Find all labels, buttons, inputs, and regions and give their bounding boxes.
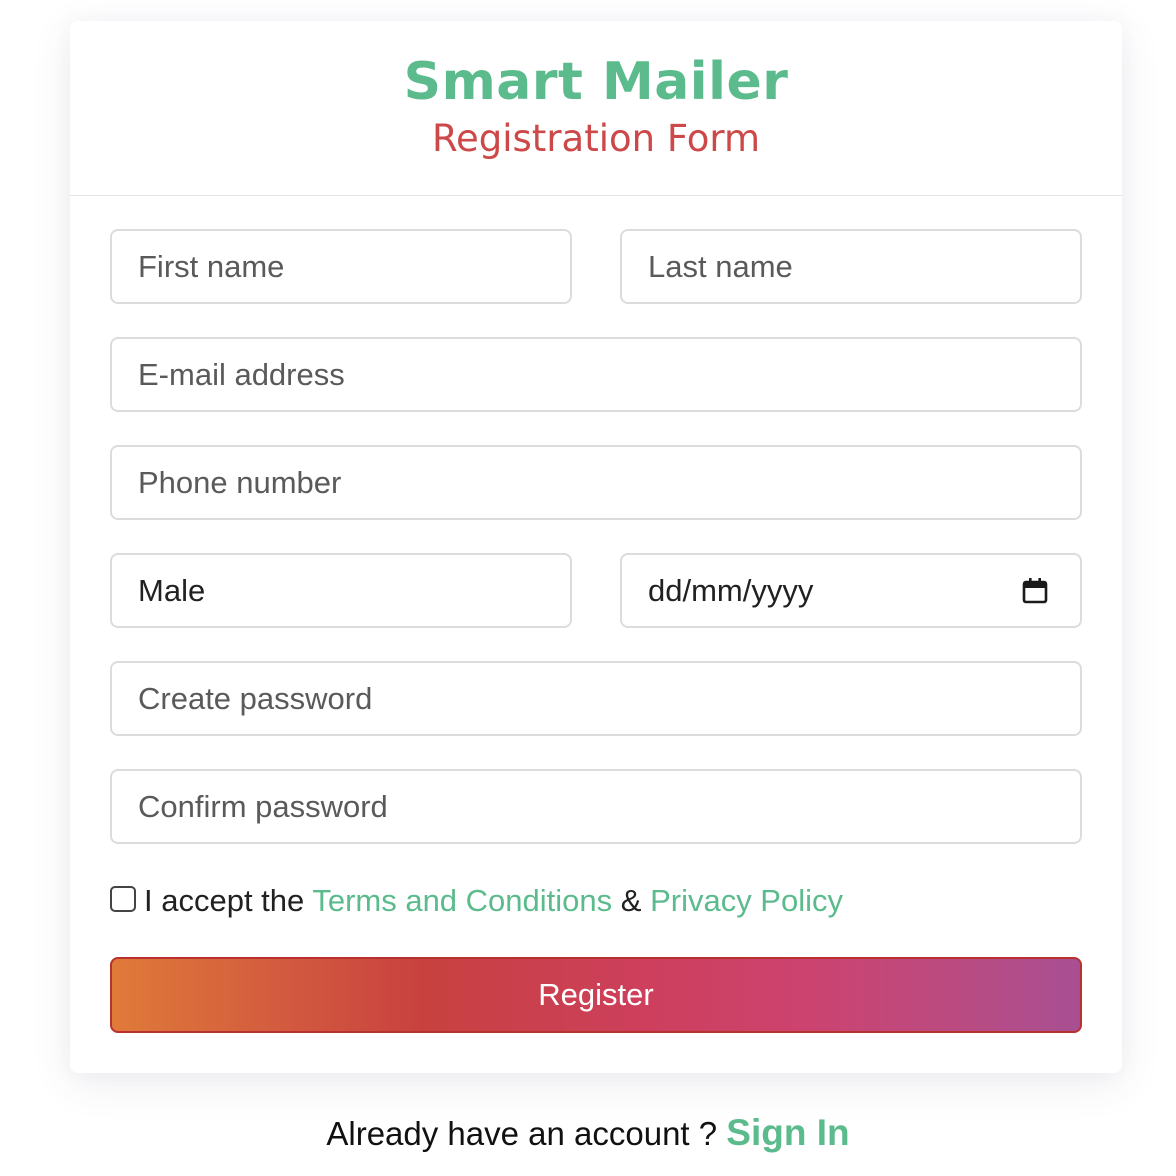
date-of-birth-text: dd/mm/yyyy bbox=[648, 573, 814, 608]
terms-link[interactable]: Terms and Conditions bbox=[312, 883, 612, 918]
terms-prefix: I accept the bbox=[144, 883, 313, 918]
card-header: Smart Mailer Registration Form bbox=[70, 21, 1122, 196]
terms-and: & bbox=[612, 883, 651, 918]
calendar-icon[interactable] bbox=[1020, 576, 1050, 606]
gender-select[interactable]: Male bbox=[110, 553, 572, 628]
date-of-birth-input[interactable]: dd/mm/yyyy bbox=[620, 553, 1082, 628]
email-input[interactable]: E-mail address bbox=[110, 337, 1082, 412]
registration-card: Smart Mailer Registration Form First nam… bbox=[70, 21, 1122, 1073]
confirm-password-input[interactable]: Confirm password bbox=[110, 769, 1082, 844]
terms-checkbox[interactable] bbox=[110, 885, 136, 912]
signin-link[interactable]: Sign In bbox=[726, 1112, 849, 1153]
register-button[interactable]: Register bbox=[110, 957, 1082, 1033]
last-name-input[interactable]: Last name bbox=[620, 229, 1082, 304]
privacy-link[interactable]: Privacy Policy bbox=[650, 883, 843, 918]
app-title: Smart Mailer bbox=[403, 52, 789, 112]
terms-row: I accept the Terms and Conditions & Priv… bbox=[110, 881, 843, 921]
signin-prompt: Already have an account ? Sign In bbox=[0, 1110, 1176, 1157]
create-password-input[interactable]: Create password bbox=[110, 661, 1082, 736]
first-name-input[interactable]: First name bbox=[110, 229, 572, 304]
signin-prompt-text: Already have an account ? bbox=[326, 1115, 727, 1152]
phone-input[interactable]: Phone number bbox=[110, 445, 1082, 520]
form-title: Registration Form bbox=[431, 117, 761, 160]
